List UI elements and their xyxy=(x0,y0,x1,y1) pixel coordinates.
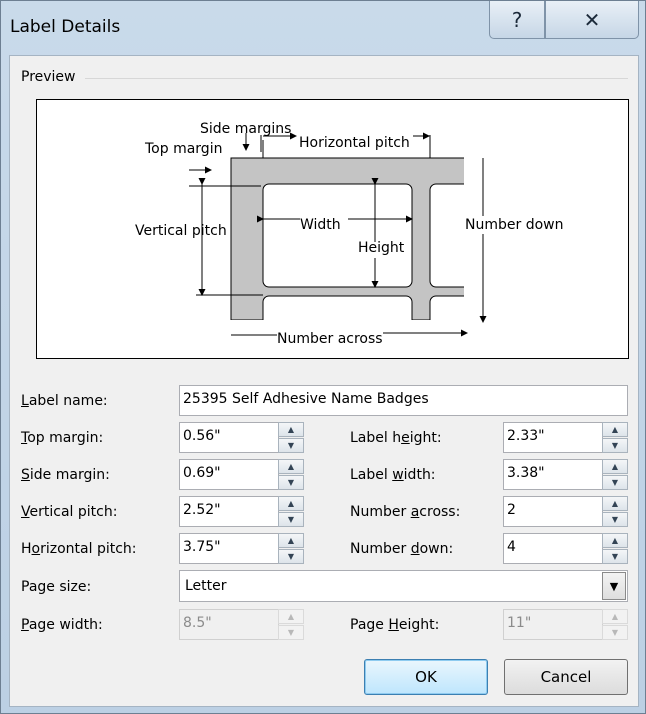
horizontal-pitch-label: Horizontal pitch xyxy=(299,135,410,151)
page-height-field-label: Page Height: xyxy=(350,617,440,633)
preview-group-divider xyxy=(85,78,628,79)
page-height-spinner: ▲ ▼ xyxy=(602,609,628,640)
spin-down-icon: ▼ xyxy=(278,625,304,640)
spin-down-icon[interactable]: ▼ xyxy=(602,438,628,453)
number-across-input[interactable]: 2 xyxy=(503,496,603,527)
label-height-spinner[interactable]: ▲ ▼ xyxy=(602,422,628,453)
label-height-input[interactable]: 2.33" xyxy=(503,422,603,453)
spin-up-icon[interactable]: ▲ xyxy=(278,422,304,437)
spin-up-icon[interactable]: ▲ xyxy=(278,459,304,474)
horizontal-pitch-input[interactable]: 3.75" xyxy=(179,533,279,564)
label-layout-diagram: Side margins Top margin Horizontal pitch… xyxy=(135,121,563,347)
page-width-input: 8.5" xyxy=(179,609,279,640)
top-margin-field-label: Top margin: xyxy=(21,430,104,446)
side-margin-field-label: Side margin: xyxy=(21,467,110,483)
vertical-pitch-label: Vertical pitch xyxy=(135,223,227,239)
height-label: Height xyxy=(358,240,405,256)
page-size-dropdown[interactable]: Letter ▼ xyxy=(179,570,628,602)
page-size-label: Page size: xyxy=(21,579,92,595)
page-width-field-label: Page width: xyxy=(21,617,103,633)
label-name-label: Label name: xyxy=(21,393,108,409)
preview-diagram: Side margins Top margin Horizontal pitch… xyxy=(36,99,629,359)
number-down-label: Number down xyxy=(465,217,563,233)
preview-group-label: Preview xyxy=(21,69,76,85)
spin-down-icon[interactable]: ▼ xyxy=(278,475,304,490)
page-height-input: 11" xyxy=(503,609,603,640)
spin-down-icon[interactable]: ▼ xyxy=(602,549,628,564)
vertical-pitch-field-label: Vertical pitch: xyxy=(21,504,118,520)
number-down-input[interactable]: 4 xyxy=(503,533,603,564)
vertical-pitch-spinner[interactable]: ▲ ▼ xyxy=(278,496,304,527)
label-name-input[interactable]: 25395 Self Adhesive Name Badges xyxy=(179,385,628,416)
top-margin-spinner[interactable]: ▲ ▼ xyxy=(278,422,304,453)
spin-down-icon[interactable]: ▼ xyxy=(602,512,628,527)
spin-up-icon[interactable]: ▲ xyxy=(278,496,304,511)
spin-up-icon[interactable]: ▲ xyxy=(602,496,628,511)
ok-button[interactable]: OK xyxy=(364,659,488,695)
width-label: Width xyxy=(300,217,341,233)
page-width-spinner: ▲ ▼ xyxy=(278,609,304,640)
spin-down-icon: ▼ xyxy=(602,625,628,640)
number-across-spinner[interactable]: ▲ ▼ xyxy=(602,496,628,527)
spin-up-icon[interactable]: ▲ xyxy=(602,422,628,437)
side-margin-input[interactable]: 0.69" xyxy=(179,459,279,490)
cancel-button[interactable]: Cancel xyxy=(504,659,628,695)
page-size-value: Letter xyxy=(185,578,227,594)
horizontal-pitch-field-label: Horizontal pitch: xyxy=(21,541,137,557)
title-bar[interactable]: Label Details ? ✕ xyxy=(1,1,645,55)
spin-down-icon[interactable]: ▼ xyxy=(278,549,304,564)
label-width-spinner[interactable]: ▲ ▼ xyxy=(602,459,628,490)
spin-up-icon[interactable]: ▲ xyxy=(602,533,628,548)
vertical-pitch-input[interactable]: 2.52" xyxy=(179,496,279,527)
spin-up-icon: ▲ xyxy=(278,609,304,624)
help-icon: ? xyxy=(511,7,523,32)
number-down-spinner[interactable]: ▲ ▼ xyxy=(602,533,628,564)
label-details-dialog: Label Details ? ✕ Preview Side margins T… xyxy=(0,0,646,714)
sheet-bottom-mask xyxy=(227,320,477,330)
dropdown-arrow-icon[interactable]: ▼ xyxy=(602,572,626,600)
side-margin-spinner[interactable]: ▲ ▼ xyxy=(278,459,304,490)
dialog-client-area: Preview Side margins Top margin Horizont… xyxy=(9,55,639,707)
spin-down-icon[interactable]: ▼ xyxy=(278,438,304,453)
top-margin-input[interactable]: 0.56" xyxy=(179,422,279,453)
help-button[interactable]: ? xyxy=(489,1,545,39)
horizontal-pitch-spinner[interactable]: ▲ ▼ xyxy=(278,533,304,564)
spin-down-icon[interactable]: ▼ xyxy=(602,475,628,490)
top-margin-label: Top margin xyxy=(144,141,222,157)
label-width-input[interactable]: 3.38" xyxy=(503,459,603,490)
close-button[interactable]: ✕ xyxy=(545,1,639,39)
label-height-field-label: Label height: xyxy=(350,430,442,446)
label-width-field-label: Label width: xyxy=(350,467,436,483)
dialog-title: Label Details xyxy=(10,17,121,37)
spin-down-icon[interactable]: ▼ xyxy=(278,512,304,527)
label-shape-1 xyxy=(262,183,413,288)
spin-up-icon: ▲ xyxy=(602,609,628,624)
number-across-field-label: Number across: xyxy=(350,504,461,520)
side-margins-label: Side margins xyxy=(200,121,291,137)
spin-up-icon[interactable]: ▲ xyxy=(278,533,304,548)
number-across-label: Number across xyxy=(277,331,383,347)
number-down-field-label: Number down: xyxy=(350,541,454,557)
spin-up-icon[interactable]: ▲ xyxy=(602,459,628,474)
close-icon: ✕ xyxy=(583,7,601,32)
sheet-right-mask xyxy=(464,150,474,328)
